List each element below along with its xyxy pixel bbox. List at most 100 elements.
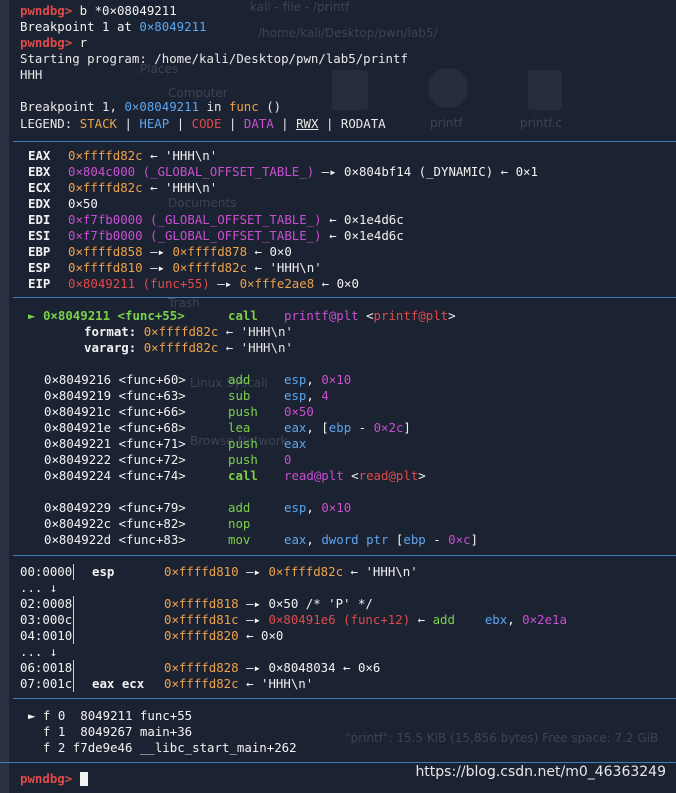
stack-divider <box>73 676 75 692</box>
legend-heap: HEAP <box>139 116 170 131</box>
legend-sep: | <box>117 116 140 131</box>
disasm-row: 0×804921c <func+66> <box>44 404 186 420</box>
disasm-row-mnemonic: call <box>228 468 258 484</box>
section-divider <box>0 762 676 763</box>
legend-sep: | <box>221 116 244 131</box>
disasm-operand: esp <box>284 372 307 387</box>
disasm-address: 0×8049221 <func+71> <box>44 436 186 451</box>
register-name: ECX <box>28 180 51 195</box>
disasm-operand: 0 <box>284 452 292 467</box>
stack-offset: 00:0000 <box>20 564 75 580</box>
ghost-sidebar-item: Computer <box>168 86 228 100</box>
disasm-row-mnemonic: push <box>228 452 258 468</box>
disasm-operand: ebp <box>328 420 352 435</box>
disasm-row-mnemonic: push <box>228 404 258 420</box>
disasm-operand: ebp <box>403 532 426 547</box>
legend-stack: STACK <box>79 116 117 131</box>
register-value-part: 0×ffffd82c <box>172 260 248 275</box>
register-value-part: ← 0×0 <box>314 276 359 291</box>
disasm-address: 0×8049216 <func+60> <box>44 372 186 387</box>
backtrace-frame: ► f 0 8049211 func+55 <box>28 708 192 724</box>
disasm-operand: printf@plt <box>284 308 359 323</box>
disasm-current-line: ► 0×8049211 <func+55> <box>28 308 185 324</box>
call-arg-format: format: 0×ffffd82c ← 'HHH\n' <box>84 324 293 340</box>
backtrace-symbol: func+55 <box>139 708 193 723</box>
command-input-line[interactable]: pwndbg> <box>20 771 88 787</box>
register-value: 0×f7fb0000 (_GLOBAL_OFFSET_TABLE_) ← 0×1… <box>68 228 404 244</box>
disasm-operand: esp <box>284 500 307 515</box>
disasm-operand: < <box>358 308 374 323</box>
register-name: EDI <box>28 212 51 227</box>
stack-value-part: —▸ 0×8048034 ← 0×6 <box>238 660 381 675</box>
stack-offset-text: 02:0008 <box>20 596 73 611</box>
stack-offset: 04:0010 <box>20 628 75 644</box>
register-row: EIP <box>28 276 50 292</box>
disasm-address: 0×8049224 <func+74> <box>44 468 186 483</box>
backtrace-address: f7de9e46 <box>72 740 140 755</box>
stack-offset-text: 00:0000 <box>20 564 73 579</box>
register-value: 0×ffffd810 —▸ 0×ffffd82c ← 'HHH\n' <box>68 260 322 276</box>
program-output: HHH <box>20 67 43 82</box>
call-arg-value: 0×ffffd82c <box>143 324 219 339</box>
disasm-mnemonic: call <box>228 308 258 323</box>
section-divider <box>13 297 676 298</box>
stack-offset: 02:0008 <box>20 596 75 612</box>
prompt: pwndbg> <box>20 771 73 786</box>
stack-value: 0×ffffd810 —▸ 0×ffffd82c ← 'HHH\n' <box>164 564 418 580</box>
stack-value-part: —▸ <box>238 612 269 627</box>
register-row: ESI <box>28 228 50 244</box>
stack-value: 0×ffffd828 —▸ 0×8048034 ← 0×6 <box>164 660 380 676</box>
call-arg-deref: ← 'HHH\n' <box>218 324 293 339</box>
legend-code: CODE <box>191 116 222 131</box>
register-value: 0×ffffd82c ← 'HHH\n' <box>68 180 217 196</box>
register-row: EDX <box>28 196 50 212</box>
legend-data: DATA <box>243 116 274 131</box>
call-arg-vararg: vararg: 0×ffffd82c ← 'HHH\n' <box>84 340 293 356</box>
disasm-row-mnemonic: lea <box>228 420 250 436</box>
backtrace-frame-id: f 2 <box>35 740 73 755</box>
disasm-operand: eax <box>284 532 307 547</box>
stack-register-name: esp <box>92 564 115 579</box>
disasm-row-mnemonic: add <box>228 372 250 388</box>
breakpoint-hit-func: func <box>228 99 259 114</box>
legend-rwx: RWX <box>296 116 319 131</box>
call-arg-name: format: <box>84 324 137 339</box>
backtrace-frame: f 2 f7de9e46 __libc_start_main+262 <box>28 740 297 756</box>
register-row: EAX <box>28 148 50 164</box>
stack-register-name: eax ecx <box>92 676 145 691</box>
ghost-c-file-icon <box>528 70 562 110</box>
register-value-part: 0×ffffd82c <box>68 148 143 163</box>
register-name: ESI <box>28 228 51 243</box>
register-value-part: ← 'HHH\n' <box>142 180 218 195</box>
disasm-mnemonic: push <box>228 436 258 451</box>
disasm-operand: - <box>425 532 449 547</box>
ghost-gear-icon <box>428 68 468 108</box>
disasm-mnemonic: lea <box>228 420 251 435</box>
current-instruction-arrow-icon: ► <box>28 308 36 323</box>
breakpoint-hit-text: Breakpoint 1, <box>20 99 125 114</box>
disasm-mnemonic: add <box>228 372 251 387</box>
stack-value-part: 0×ffffd82c <box>164 676 239 691</box>
register-value-part: —▸ <box>142 244 173 259</box>
register-value-part: ← 'HHH\n' <box>247 260 322 275</box>
call-arg-deref: ← 'HHH\n' <box>218 340 293 355</box>
disasm-row: 0×8049216 <func+60> <box>44 372 186 388</box>
stack-value-part: —▸ <box>238 564 269 579</box>
disasm-row-operands: esp, 4 <box>284 388 329 404</box>
register-value: 0×ffffd858 —▸ 0×ffffd878 ← 0×0 <box>68 244 292 260</box>
register-name: ESP <box>28 260 51 275</box>
disasm-operand: , <box>306 532 322 547</box>
breakpoint-hit-address: 0×08049211 <box>124 99 200 114</box>
stack-value-part <box>455 612 485 627</box>
stack-offset: 03:000c <box>20 612 75 628</box>
disasm-mnemonic: sub <box>228 388 251 403</box>
register-value-part: 0×ffffd810 <box>68 260 143 275</box>
register-name: EDX <box>28 196 51 211</box>
disasm-address: 0×8049219 <func+63> <box>44 388 186 403</box>
legend: LEGEND: STACK | HEAP | CODE | DATA | RWX… <box>20 116 386 132</box>
register-value: 0×f7fb0000 (_GLOBAL_OFFSET_TABLE_) ← 0×1… <box>68 212 404 228</box>
window-edge <box>0 0 9 793</box>
ghost-status-bar: "printf": 15.5 KiB (15,856 bytes) Free s… <box>345 731 659 745</box>
disasm-operand: printf@plt <box>373 308 449 323</box>
register-name: EBP <box>28 244 51 259</box>
